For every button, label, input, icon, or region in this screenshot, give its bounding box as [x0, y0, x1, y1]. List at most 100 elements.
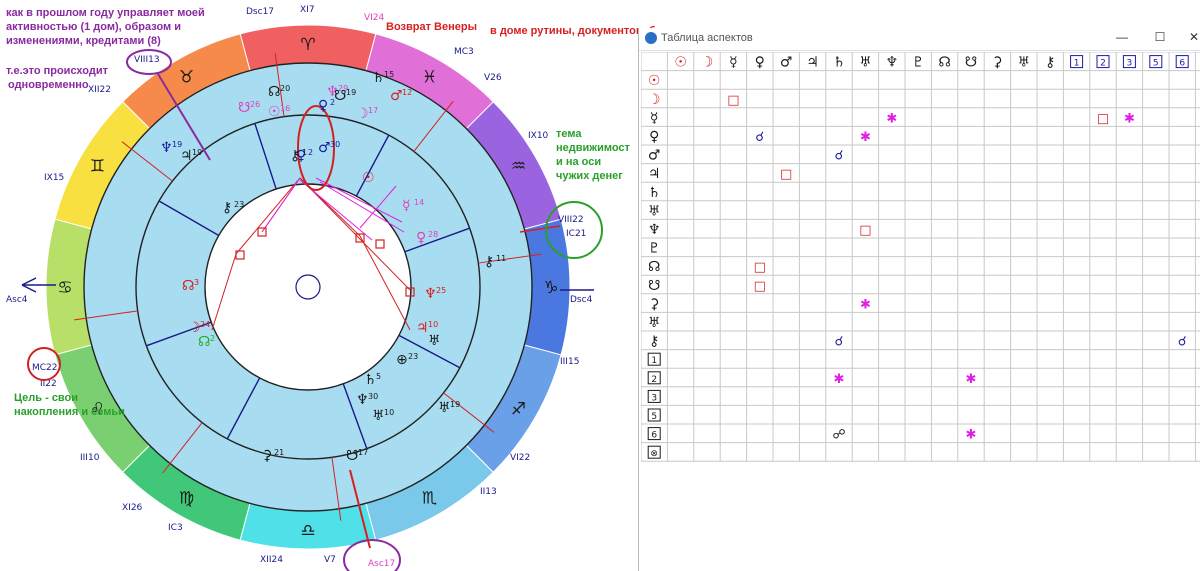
column-header[interactable]: ☉ — [674, 55, 687, 71]
aspect-cell[interactable]: □ — [780, 167, 792, 182]
note-line: как в прошлом году управляет моей — [6, 7, 205, 19]
planet-glyph-icon: ♃ — [180, 148, 193, 164]
planet-degree: 24 — [200, 320, 210, 329]
aspect-cell[interactable]: ☌ — [835, 149, 844, 164]
minimize-button[interactable]: — — [1107, 30, 1137, 48]
planet-degree: 25 — [436, 286, 446, 295]
column-header[interactable]: ☋ — [965, 55, 977, 71]
row-header[interactable]: ☉ — [648, 73, 661, 89]
header-glyph-icon: ♇ — [648, 241, 661, 257]
aspect-cell[interactable]: ☌ — [755, 130, 764, 145]
aspect-cell[interactable]: ✱ — [886, 111, 897, 126]
planet-degree: 21 — [274, 448, 284, 457]
note-line: т.е.это происходит — [6, 65, 108, 77]
planet-glyph-icon: ♅ — [438, 400, 451, 416]
column-header[interactable]: ♄ — [833, 55, 846, 71]
aspect-cell[interactable]: □ — [727, 93, 739, 108]
note-last-year: как в прошлом году управляет моей активн… — [6, 6, 236, 48]
zodiac-glyph-pisces: ♓ — [422, 68, 437, 88]
row-header[interactable]: ☊ — [648, 259, 660, 275]
planet-glyph-icon: ☽ — [356, 106, 369, 122]
row-header[interactable]: ☋ — [648, 278, 660, 294]
row-header[interactable]: ♀ — [649, 129, 659, 145]
aspect-cell[interactable]: ☌ — [835, 335, 844, 350]
column-header[interactable]: ☽ — [701, 55, 714, 71]
header-glyph-icon: ♅ — [1018, 55, 1031, 71]
aspect-cell[interactable]: ✱ — [860, 130, 871, 145]
planet-glyph-icon: ⚳ — [262, 448, 272, 464]
row-header[interactable]: ⚷ — [649, 334, 659, 350]
maximize-button[interactable]: ☐ — [1145, 30, 1175, 48]
row-header[interactable]: ☽ — [648, 92, 661, 108]
column-header[interactable]: ☊ — [938, 55, 950, 71]
planet-marker[interactable]: ♅ — [428, 333, 441, 349]
aspect-grid[interactable]: ☉ ☽ ☿ ♀ ♂ ♃ ♄ ♅ ♆ ♇ ☊ ☋ ⚳ ♅ ⚷ 1 2 3 5 6 ⊗ ☉ ☽ ☿ ♀ ♂ ♃ ♄ ♅ ♆ ♇ ☊ ☋ ⚳ ♅ ⚷ 1 2 3 5… — [641, 52, 1200, 571]
note-line: одновременно — [8, 79, 89, 91]
zodiac-glyph-gemini: ♊ — [90, 157, 105, 177]
note-line: недвижимост — [556, 142, 630, 154]
header-glyph-icon: ♄ — [648, 185, 661, 201]
planet-glyph-icon: ⚷ — [484, 254, 494, 270]
column-header[interactable]: ⚷ — [1045, 55, 1055, 71]
center-circle — [295, 274, 321, 300]
row-header[interactable]: ⚳ — [649, 296, 659, 312]
row-header[interactable]: ♄ — [648, 185, 661, 201]
house-label: Dsc17 — [246, 7, 274, 17]
zodiac-glyph-aquarius: ♒ — [511, 157, 526, 177]
column-header[interactable]: ♃ — [806, 55, 819, 71]
column-header[interactable]: ☿ — [729, 55, 738, 71]
aspect-table-window[interactable]: Таблица аспектов — ☐ ✕ ☉ ☽ ☿ ♀ ♂ ♃ ♄ ♅ ♆ ♇ ☊ ☋ ⚳ ♅ ⚷ 1 2… — [638, 28, 1200, 571]
aspect-cell[interactable]: ☍ — [832, 428, 845, 443]
header-glyph-icon: ♅ — [859, 55, 872, 71]
row-header[interactable]: ♅ — [648, 315, 661, 331]
window-titlebar[interactable]: Таблица аспектов — ☐ ✕ — [639, 28, 1200, 51]
planet-degree: 15 — [384, 70, 394, 79]
planet-degree: 30 — [368, 392, 378, 401]
header-glyph-icon: ☋ — [965, 55, 977, 71]
zodiac-glyph-sagittarius: ♐ — [511, 400, 526, 420]
aspect-cell[interactable]: ✱ — [834, 372, 845, 387]
row-header[interactable]: ♂ — [648, 148, 661, 164]
planet-glyph-icon: ⚷ — [222, 200, 232, 216]
note-line: и на оси — [556, 156, 602, 168]
row-header[interactable]: ☿ — [650, 110, 659, 126]
header-glyph-icon: ☉ — [674, 55, 687, 71]
zodiac-glyph-capricorn: ♑ — [543, 278, 558, 298]
column-header[interactable]: ♂ — [780, 55, 793, 71]
header-glyph-icon: 2 — [1100, 59, 1106, 69]
planet-glyph-icon: ♅ — [428, 333, 441, 349]
column-header[interactable]: ♇ — [912, 55, 925, 71]
aspect-cell[interactable]: ✱ — [1124, 111, 1135, 126]
planet-degree: 26 — [250, 100, 260, 109]
column-header[interactable]: ⚳ — [992, 55, 1002, 71]
planet-glyph-icon: ♄ — [364, 372, 377, 388]
row-header[interactable]: ♆ — [648, 222, 661, 238]
aspect-cell[interactable]: □ — [859, 223, 871, 238]
column-header[interactable]: ♆ — [886, 55, 899, 71]
planet-glyph-icon: ♃ — [416, 320, 429, 336]
planet-glyph-icon: ♅ — [372, 408, 385, 424]
aspect-cell[interactable]: □ — [754, 279, 766, 294]
natal-chart-area: ♈ ♉ ♊ ♋ ♌ ♍ ♎ ♏ ♐ ♑ ♒ ♓ Dsc17 XI7 VI24 MC3 V26 IX10 VIII22… — [0, 0, 676, 571]
planet-degree: 14 — [414, 198, 424, 207]
planet-glyph-icon: ♄ — [372, 70, 385, 86]
planet-degree: 17 — [368, 106, 378, 115]
column-header[interactable]: ♅ — [859, 55, 872, 71]
header-glyph-icon: ⚷ — [1045, 55, 1055, 71]
row-header[interactable]: ♇ — [648, 241, 661, 257]
header-glyph-icon: ⚳ — [649, 296, 659, 312]
aspect-cell[interactable]: □ — [1097, 111, 1109, 126]
aspect-cell[interactable]: □ — [754, 260, 766, 275]
row-header[interactable]: ♃ — [648, 166, 661, 182]
row-header[interactable]: ♅ — [648, 203, 661, 219]
planet-degree: 5 — [376, 372, 381, 381]
aspect-cell[interactable]: ✱ — [966, 428, 977, 443]
close-button[interactable]: ✕ — [1179, 30, 1200, 48]
aspect-cell[interactable]: ☌ — [1178, 335, 1187, 350]
planet-marker[interactable]: ☉ — [362, 170, 375, 186]
zodiac-glyph-virgo: ♍ — [179, 488, 194, 508]
aspect-cell[interactable]: ✱ — [966, 372, 977, 387]
column-header[interactable]: ♅ — [1018, 55, 1031, 71]
column-header[interactable]: ♀ — [755, 55, 765, 71]
aspect-cell[interactable]: ✱ — [860, 297, 871, 312]
